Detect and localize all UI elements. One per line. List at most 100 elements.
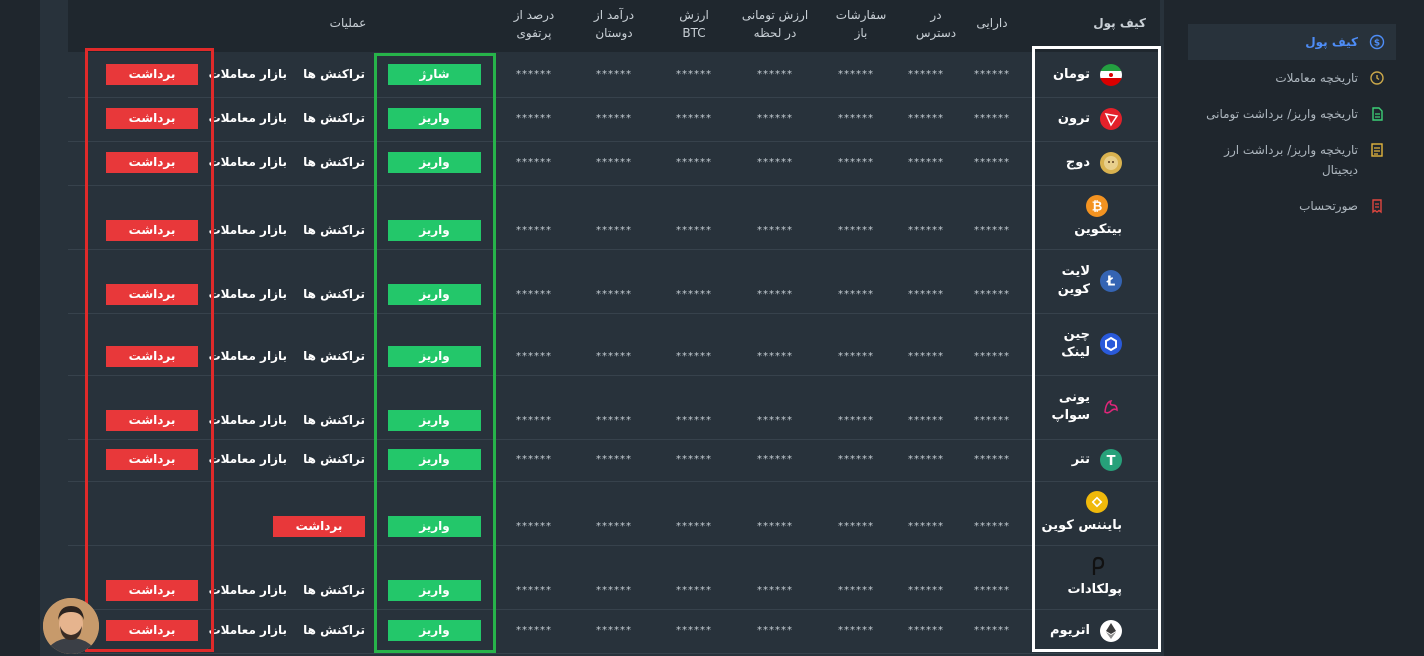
table-row: اتریوم ****** ****** ****** ****** ****** ****…	[68, 609, 1160, 654]
transactions-link[interactable]: تراکنش ها	[303, 287, 365, 301]
coin-name: یونی سواپ	[1051, 390, 1090, 423]
deposit-button[interactable]: واریز	[388, 410, 481, 431]
deposit-button[interactable]: واریز	[388, 516, 481, 537]
withdraw-button[interactable]: برداشت	[106, 410, 198, 431]
bitcoin-icon: ₿	[1086, 195, 1108, 217]
sidebar-item-history[interactable]: تاریخچه معاملات	[1188, 60, 1396, 96]
wallet-cell: یونی سواپ	[1036, 375, 1160, 439]
coin-name: دوج	[1065, 155, 1090, 170]
transactions-link[interactable]: تراکنش ها	[303, 111, 365, 125]
masked-value: ******	[908, 415, 944, 426]
wallet-table: کیف پول دارایی در دسترس سفارشات باز ارزش…	[68, 0, 1160, 656]
masked-value: ******	[596, 113, 632, 124]
masked-value: ******	[516, 415, 552, 426]
wallet-cell: اتریوم	[1036, 609, 1160, 653]
deposit-button[interactable]: واریز	[388, 108, 481, 129]
masked-value: ******	[974, 225, 1010, 236]
trading-market-link[interactable]: بازار معاملات	[209, 67, 287, 81]
sidebar-item-wallet[interactable]: $ کیف پول	[1188, 24, 1396, 60]
masked-value: ******	[596, 415, 632, 426]
withdraw-button[interactable]: برداشت	[106, 620, 198, 641]
invoice-icon	[1368, 197, 1386, 215]
masked-value: ******	[676, 157, 712, 168]
trading-market-link[interactable]: بازار معاملات	[209, 111, 287, 125]
withdraw-button[interactable]: برداشت	[273, 516, 365, 537]
trading-market-link[interactable]: بازار معاملات	[209, 349, 287, 363]
header-btc-value: ارزش BTC	[679, 8, 709, 40]
transactions-link[interactable]: تراکنش ها	[303, 623, 365, 637]
masked-value: ******	[676, 625, 712, 636]
withdraw-button[interactable]: برداشت	[106, 220, 198, 241]
transactions-link[interactable]: تراکنش ها	[303, 155, 365, 169]
transactions-link[interactable]: تراکنش ها	[303, 583, 365, 597]
masked-value: ******	[838, 113, 874, 124]
trading-market-link[interactable]: بازار معاملات	[209, 452, 287, 466]
svg-text:Ł: Ł	[1106, 275, 1115, 290]
charge-button[interactable]: شارژ	[388, 64, 481, 85]
header-available: در دسترس	[915, 8, 957, 40]
transactions-link[interactable]: تراکنش ها	[303, 413, 365, 427]
masked-value: ******	[838, 157, 874, 168]
trading-market-link[interactable]: بازار معاملات	[209, 583, 287, 597]
table-row: چین لینک ****** ****** ****** ****** ****** **…	[68, 313, 1160, 376]
coin-name: اتریوم	[1050, 623, 1090, 638]
masked-value: ******	[974, 69, 1010, 80]
deposit-button[interactable]: واریز	[388, 284, 481, 305]
sidebar-item-invoice[interactable]: صورتحساب	[1188, 188, 1396, 224]
table-row: تومان ****** ****** ****** ****** ****** *****…	[68, 53, 1160, 98]
masked-value: ******	[676, 521, 712, 532]
withdraw-button[interactable]: برداشت	[106, 449, 198, 470]
coin-name: تتر	[1071, 452, 1090, 467]
wallet-cell: ترون	[1036, 97, 1160, 141]
masked-value: ******	[908, 585, 944, 596]
deposit-button[interactable]: واریز	[388, 580, 481, 601]
masked-value: ******	[838, 585, 874, 596]
masked-value: ******	[516, 521, 552, 532]
masked-value: ******	[908, 113, 944, 124]
transactions-link[interactable]: تراکنش ها	[303, 349, 365, 363]
sidebar-item-crypto-history[interactable]: تاریخچه واریز/ برداشت ارز دیجیتال	[1188, 132, 1396, 188]
wallet-cell: بایننس کوین	[1036, 481, 1160, 545]
masked-value: ******	[596, 585, 632, 596]
masked-value: ******	[757, 521, 793, 532]
masked-value: ******	[516, 351, 552, 362]
masked-value: ******	[516, 157, 552, 168]
masked-value: ******	[757, 625, 793, 636]
transactions-link[interactable]: تراکنش ها	[303, 223, 365, 237]
trading-market-link[interactable]: بازار معاملات	[209, 413, 287, 427]
masked-value: ******	[516, 625, 552, 636]
support-avatar[interactable]	[43, 598, 99, 654]
withdraw-button[interactable]: برداشت	[106, 580, 198, 601]
withdraw-button[interactable]: برداشت	[106, 152, 198, 173]
deposit-button[interactable]: واریز	[388, 220, 481, 241]
trading-market-link[interactable]: بازار معاملات	[209, 623, 287, 637]
withdraw-button[interactable]: برداشت	[106, 284, 198, 305]
masked-value: ******	[757, 351, 793, 362]
deposit-button[interactable]: واریز	[388, 449, 481, 470]
masked-value: ******	[596, 351, 632, 362]
withdraw-button[interactable]: برداشت	[106, 108, 198, 129]
masked-value: ******	[838, 225, 874, 236]
withdraw-button[interactable]: برداشت	[106, 64, 198, 85]
wallet-cell: چین لینک	[1036, 313, 1160, 375]
header-portfolio-percent: درصد از پرتفوی	[513, 8, 555, 40]
deposit-button[interactable]: واریز	[388, 620, 481, 641]
table-header: کیف پول دارایی در دسترس سفارشات باز ارزش…	[68, 0, 1160, 52]
masked-value: ******	[757, 69, 793, 80]
trading-market-link[interactable]: بازار معاملات	[209, 155, 287, 169]
deposit-button[interactable]: واریز	[388, 346, 481, 367]
deposit-button[interactable]: واریز	[388, 152, 481, 173]
masked-value: ******	[516, 454, 552, 465]
transactions-link[interactable]: تراکنش ها	[303, 452, 365, 466]
trading-market-link[interactable]: بازار معاملات	[209, 223, 287, 237]
masked-value: ******	[676, 113, 712, 124]
transactions-link[interactable]: تراکنش ها	[303, 67, 365, 81]
doge-icon	[1100, 152, 1122, 174]
polkadot-icon	[1086, 555, 1108, 577]
header-open-orders: سفارشات باز	[835, 8, 887, 40]
trading-market-link[interactable]: بازار معاملات	[209, 287, 287, 301]
withdraw-button[interactable]: برداشت	[106, 346, 198, 367]
masked-value: ******	[838, 289, 874, 300]
sidebar-item-document[interactable]: تاریخچه واریز/ برداشت تومانی	[1188, 96, 1396, 132]
masked-value: ******	[838, 625, 874, 636]
